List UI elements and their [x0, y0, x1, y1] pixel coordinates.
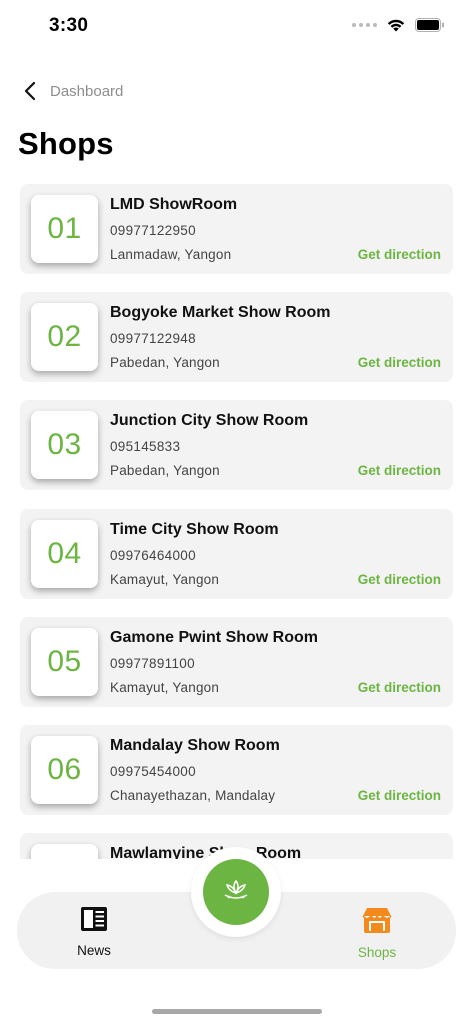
- shop-phone: 09977122948: [110, 331, 196, 346]
- shop-number-badge: [31, 844, 98, 859]
- shop-card[interactable]: 06 Mandalay Show Room 09975454000 Chanay…: [20, 725, 453, 815]
- shop-card[interactable]: 03 Junction City Show Room 095145833 Pab…: [20, 400, 453, 490]
- shop-phone: 09977891100: [110, 656, 195, 671]
- shop-phone: 09977122950: [110, 223, 196, 238]
- shop-number-badge: 04: [31, 520, 98, 588]
- newspaper-icon: [80, 906, 108, 937]
- lotus-logo-icon: [223, 879, 249, 906]
- shop-number: 02: [47, 320, 82, 353]
- shop-name: Gamone Pwint Show Room: [110, 629, 319, 646]
- shop-card[interactable]: 01 LMD ShowRoom 09977122950 Lanmadaw, Ya…: [20, 184, 453, 274]
- shop-address: Lanmadaw, Yangon: [110, 247, 232, 262]
- shop-phone: 09975454000: [110, 764, 196, 779]
- shop-number-badge: 06: [31, 736, 98, 804]
- shop-number: 05: [47, 645, 82, 678]
- nav-item-label: Shops: [357, 945, 397, 960]
- shop-number: 01: [47, 212, 82, 245]
- shop-list[interactable]: 01 LMD ShowRoom 09977122950 Lanmadaw, Ya…: [0, 182, 473, 859]
- shop-card[interactable]: 04 Time City Show Room 09976464000 Kamay…: [20, 509, 453, 599]
- shop-number-badge: 03: [31, 411, 98, 479]
- shop-card[interactable]: 05 Gamone Pwint Show Room 09977891100 Ka…: [20, 617, 453, 707]
- battery-icon: [415, 18, 445, 32]
- shop-address: Pabedan, Yangon: [110, 355, 220, 370]
- get-direction-link[interactable]: Get direction: [358, 788, 441, 803]
- shop-name: Junction City Show Room: [110, 412, 309, 429]
- shop-phone: 09976464000: [110, 548, 196, 563]
- get-direction-link[interactable]: Get direction: [358, 355, 441, 370]
- shop-number: 03: [47, 428, 82, 461]
- shop-name: LMD ShowRoom: [110, 196, 238, 213]
- storefront-icon: [361, 906, 393, 939]
- shop-number-badge: 02: [31, 303, 98, 371]
- shop-address: Kamayut, Yangon: [110, 572, 220, 587]
- shop-name: Mawlamyine Show Room: [110, 845, 302, 859]
- shop-card[interactable]: 02 Bogyoke Market Show Room 09977122948 …: [20, 292, 453, 382]
- shop-address: Kamayut, Yangon: [110, 680, 220, 695]
- shop-name: Time City Show Room: [110, 521, 279, 538]
- shop-number-badge: 05: [31, 628, 98, 696]
- shop-address: Chanayethazan, Mandalay: [110, 788, 276, 803]
- status-icons: [352, 18, 445, 32]
- shop-name: Mandalay Show Room: [110, 737, 280, 754]
- nav-item-label: News: [77, 943, 111, 958]
- back-button[interactable]: Dashboard: [20, 78, 123, 104]
- shop-phone: 095145833: [110, 439, 181, 454]
- status-bar: 3:30: [0, 0, 473, 56]
- shop-name: Bogyoke Market Show Room: [110, 304, 331, 321]
- nav-item-news[interactable]: News: [54, 906, 134, 958]
- get-direction-link[interactable]: Get direction: [358, 680, 441, 695]
- signal-icon: [352, 23, 377, 27]
- shop-number-badge: 01: [31, 195, 98, 263]
- center-home-button[interactable]: [203, 859, 269, 925]
- home-indicator: [152, 1009, 322, 1014]
- get-direction-link[interactable]: Get direction: [358, 463, 441, 478]
- status-time: 3:30: [49, 15, 89, 36]
- wifi-icon: [387, 18, 405, 32]
- get-direction-link[interactable]: Get direction: [358, 247, 441, 262]
- back-label: Dashboard: [50, 82, 124, 100]
- shop-number: 06: [47, 753, 82, 786]
- chevron-left-icon: [20, 78, 40, 104]
- page-title: Shops: [18, 126, 114, 161]
- nav-item-shops[interactable]: Shops: [337, 906, 417, 960]
- get-direction-link[interactable]: Get direction: [358, 572, 441, 587]
- shop-number: 04: [47, 537, 82, 570]
- shop-address: Pabedan, Yangon: [110, 463, 220, 478]
